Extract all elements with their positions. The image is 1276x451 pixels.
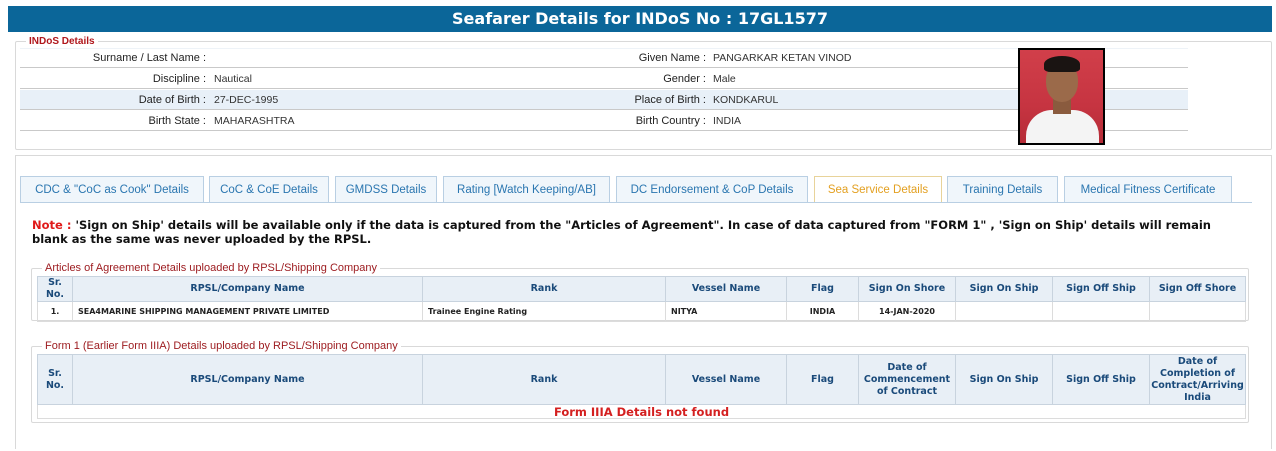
dob-label: Date of Birth : — [138, 94, 206, 106]
indos-details-legend: INDoS Details — [29, 36, 95, 47]
tab-rating-watch-keeping[interactable]: Rating [Watch Keeping/AB] — [443, 176, 610, 202]
col-completion-date: Date of Completion of Contract/Arriving … — [1149, 354, 1246, 405]
tab-coc-coe[interactable]: CoC & CoE Details — [209, 176, 329, 202]
tab-underline — [20, 202, 1252, 203]
cell-sign-off-ship — [1052, 301, 1150, 322]
indos-row-birth-location: Birth State : MAHARASHTRA Birth Country … — [20, 111, 1188, 131]
col-sr-no: Sr. No. — [37, 276, 73, 302]
tab-cdc-coc-cook[interactable]: CDC & "CoC as Cook" Details — [20, 176, 204, 202]
col-sign-off-shore: Sign Off Shore — [1149, 276, 1246, 302]
discipline-value: Nautical — [214, 73, 252, 85]
form1-legend: Form 1 (Earlier Form IIIA) Details uploa… — [45, 340, 398, 352]
col-rank: Rank — [422, 276, 666, 302]
cell-sign-off-shore — [1149, 301, 1246, 322]
page-title: Seafarer Details for INDoS No : 17GL1577 — [8, 6, 1272, 32]
given-name-value: PANGARKAR KETAN VINOD — [713, 52, 852, 64]
indos-row-shade — [20, 48, 1188, 49]
col-vessel: Vessel Name — [665, 354, 787, 405]
note-text: 'Sign on Ship' details will be available… — [32, 218, 1211, 246]
col-sign-on-shore: Sign On Shore — [858, 276, 956, 302]
table-row: Form IIIA Details not found — [37, 404, 1246, 419]
col-rank: Rank — [422, 354, 666, 405]
indos-row-name: Surname / Last Name : Given Name : PANGA… — [20, 48, 1188, 68]
col-sign-off-ship: Sign Off Ship — [1052, 276, 1150, 302]
cell-sign-on-ship — [955, 301, 1053, 322]
col-commencement-date: Date of Commencement of Contract — [858, 354, 956, 405]
tab-sea-service[interactable]: Sea Service Details — [814, 176, 942, 202]
col-company: RPSL/Company Name — [72, 276, 423, 302]
tab-training[interactable]: Training Details — [947, 176, 1058, 202]
birth-state-value: MAHARASHTRA — [214, 115, 295, 127]
articles-header-row: Sr. No. RPSL/Company Name Rank Vessel Na… — [37, 276, 1246, 302]
form1-table: Sr. No. RPSL/Company Name Rank Vessel Na… — [37, 354, 1246, 419]
indos-row-birth: Date of Birth : 27-DEC-1995 Place of Bir… — [20, 90, 1188, 110]
place-of-birth-label: Place of Birth : — [634, 94, 706, 106]
col-vessel: Vessel Name — [665, 276, 787, 302]
sign-on-ship-note: Note : 'Sign on Ship' details will be av… — [32, 218, 1232, 246]
gender-label: Gender : — [663, 73, 706, 85]
tab-medical-fitness[interactable]: Medical Fitness Certificate — [1064, 176, 1232, 202]
form1-header-row: Sr. No. RPSL/Company Name Rank Vessel Na… — [37, 354, 1246, 405]
place-of-birth-value: KONDKARUL — [713, 94, 779, 106]
birth-country-value: INDIA — [713, 115, 742, 127]
note-prefix: Note : — [32, 218, 72, 232]
articles-table: Sr. No. RPSL/Company Name Rank Vessel Na… — [37, 276, 1246, 322]
gender-value: Male — [713, 73, 736, 85]
birth-country-label: Birth Country : — [635, 115, 706, 127]
tab-dc-endorsement[interactable]: DC Endorsement & CoP Details — [616, 176, 808, 202]
col-flag: Flag — [786, 276, 859, 302]
cell-company: SEA4MARINE SHIPPING MANAGEMENT PRIVATE L… — [72, 301, 423, 322]
table-row: 1. SEA4MARINE SHIPPING MANAGEMENT PRIVAT… — [37, 301, 1246, 322]
col-sign-off-ship: Sign Off Ship — [1052, 354, 1150, 405]
articles-legend: Articles of Agreement Details uploaded b… — [45, 262, 378, 274]
cell-rank: Trainee Engine Rating — [422, 301, 666, 322]
col-sr-no: Sr. No. — [37, 354, 73, 405]
surname-label: Surname / Last Name : — [92, 52, 206, 64]
birth-state-label: Birth State : — [148, 115, 206, 127]
cell-sr-no: 1. — [37, 301, 73, 322]
cell-sign-on-shore: 14-JAN-2020 — [858, 301, 956, 322]
col-flag: Flag — [786, 354, 859, 405]
cell-vessel: NITYA — [665, 301, 787, 322]
col-sign-on-ship: Sign On Ship — [955, 354, 1053, 405]
discipline-label: Discipline : — [152, 73, 206, 85]
col-company: RPSL/Company Name — [72, 354, 423, 405]
tab-gmdss[interactable]: GMDSS Details — [335, 176, 437, 202]
form1-not-found-message: Form IIIA Details not found — [37, 404, 1246, 419]
dob-value: 27-DEC-1995 — [214, 94, 279, 106]
col-sign-on-ship: Sign On Ship — [955, 276, 1053, 302]
given-name-label: Given Name : — [638, 52, 706, 64]
indos-row-discipline: Discipline : Nautical Gender : Male — [20, 69, 1188, 89]
seafarer-photo — [1018, 48, 1105, 145]
cell-flag: INDIA — [786, 301, 859, 322]
